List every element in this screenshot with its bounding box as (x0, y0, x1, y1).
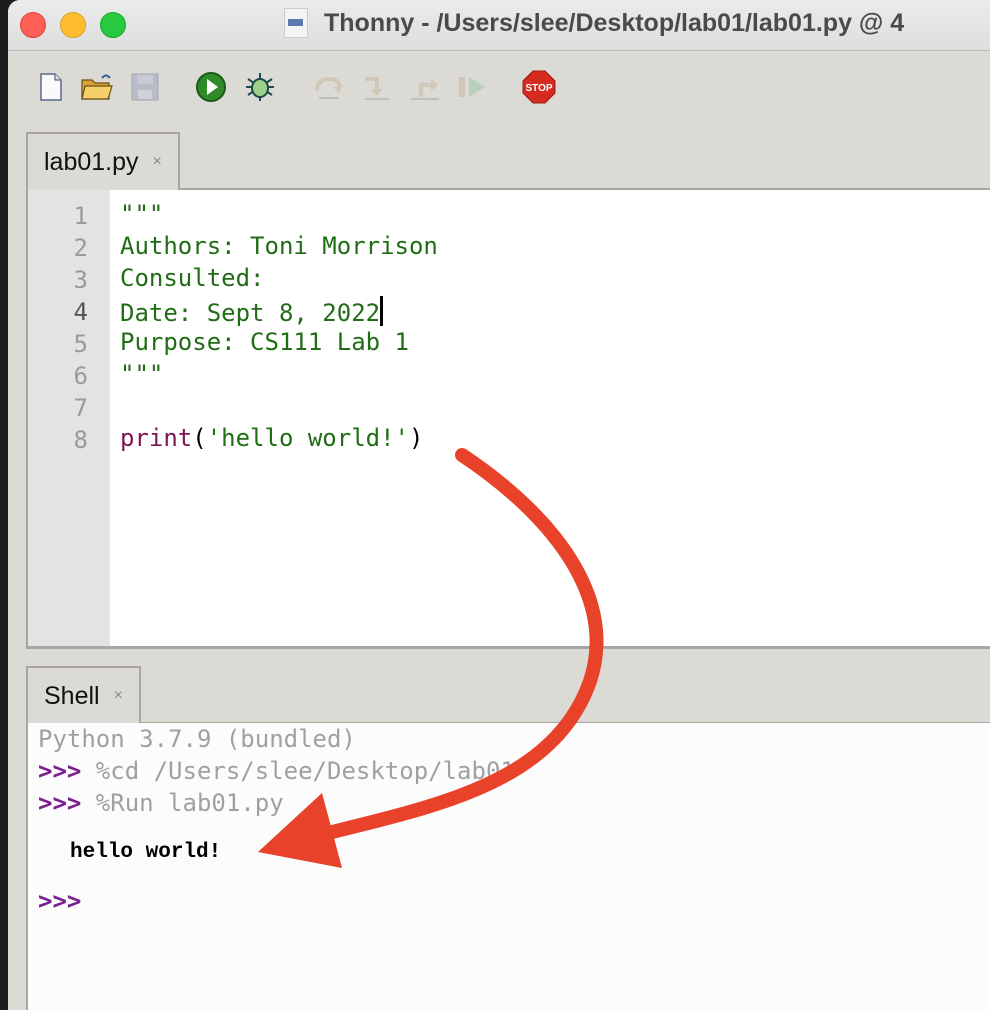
window-title: Thonny - /Users/slee/Desktop/lab01/lab01… (284, 8, 904, 38)
program-output: hello world! (70, 841, 222, 864)
shell-prompt: >>> (38, 789, 82, 817)
stop-label: STOP (525, 83, 552, 94)
new-file-icon (40, 73, 62, 101)
save-file-button[interactable] (128, 70, 162, 104)
line-number: 7 (73, 394, 88, 422)
shell-command-line: >>> %cd /Users/slee/Desktop/lab01 (38, 757, 515, 785)
shell-prompt: >>> (38, 757, 82, 785)
code-line-8: print('hello world!') (120, 424, 423, 452)
line-number: 8 (73, 426, 88, 454)
text-caret (380, 296, 384, 326)
line-number-gutter: 1 2 3 4 5 6 7 8 (28, 190, 110, 646)
line-number: 2 (73, 234, 88, 262)
paren-open: ( (192, 424, 207, 452)
code-line-4: Date: Sept 8, 2022 (120, 296, 384, 327)
code-line-6: """ (120, 360, 164, 388)
resume-button[interactable] (456, 70, 490, 104)
step-over-icon (315, 76, 343, 99)
document-icon (284, 8, 308, 38)
step-over-button[interactable] (312, 70, 346, 104)
title-bar: Thonny - /Users/slee/Desktop/lab01/lab01… (8, 0, 990, 51)
tab-label: Shell (44, 681, 100, 710)
close-tab-icon[interactable]: × (153, 153, 162, 171)
shell-prompt: >>> (38, 887, 82, 915)
tab-shell[interactable]: Shell × (26, 666, 141, 724)
resume-icon (459, 77, 485, 97)
shell-command: %cd /Users/slee/Desktop/lab01 (81, 757, 515, 785)
paren-close: ) (409, 424, 424, 452)
close-window-button[interactable] (20, 12, 46, 38)
line-number: 5 (73, 330, 88, 358)
shell-command: %Run lab01.py (81, 789, 284, 817)
debug-bug-icon (246, 73, 274, 101)
open-folder-icon (81, 74, 113, 100)
editor-tab-bar: lab01.py × (26, 130, 990, 190)
tab-lab01-py[interactable]: lab01.py × (26, 132, 180, 190)
save-disk-icon (131, 73, 159, 101)
run-button[interactable] (194, 70, 228, 104)
step-into-icon (365, 77, 389, 100)
window-title-text: Thonny - /Users/slee/Desktop/lab01/lab01… (324, 8, 905, 37)
shell-banner: Python 3.7.9 (bundled) (38, 725, 356, 753)
python-shell[interactable]: Python 3.7.9 (bundled) >>> %cd /Users/sl… (26, 723, 990, 1010)
step-out-button[interactable] (408, 70, 442, 104)
stop-button[interactable]: STOP (522, 70, 556, 104)
open-file-button[interactable] (80, 70, 114, 104)
shell-tab-bar: Shell × (26, 664, 990, 724)
code-text: Date: Sept 8, 2022 (120, 299, 381, 327)
string-literal: 'hello world!' (206, 424, 409, 452)
line-number: 3 (73, 266, 88, 294)
step-into-button[interactable] (360, 70, 394, 104)
thonny-window: Thonny - /Users/slee/Desktop/lab01/lab01… (8, 0, 990, 1010)
close-tab-icon[interactable]: × (114, 687, 123, 705)
line-number: 4 (73, 298, 88, 326)
code-line-2: Authors: Toni Morrison (120, 232, 438, 260)
toolbar: STOP (8, 51, 990, 126)
code-line-3: Consulted: (120, 264, 265, 292)
line-number: 1 (73, 202, 88, 230)
tab-label: lab01.py (44, 147, 139, 176)
builtin-print: print (120, 424, 193, 452)
debug-button[interactable] (243, 70, 277, 104)
maximize-window-button[interactable] (100, 12, 126, 38)
stop-sign-icon: STOP (522, 70, 556, 104)
code-editor[interactable]: 1 2 3 4 5 6 7 8 """ Authors: Toni Morris… (26, 190, 990, 649)
shell-input-line[interactable]: >>> (38, 887, 81, 915)
run-play-icon (196, 72, 226, 102)
line-number: 6 (73, 362, 88, 390)
minimize-window-button[interactable] (60, 12, 86, 38)
new-file-button[interactable] (34, 70, 68, 104)
shell-command-line: >>> %Run lab01.py (38, 789, 284, 817)
code-line-5: Purpose: CS111 Lab 1 (120, 328, 409, 356)
code-line-1: """ (120, 200, 164, 228)
step-out-icon (411, 79, 439, 100)
